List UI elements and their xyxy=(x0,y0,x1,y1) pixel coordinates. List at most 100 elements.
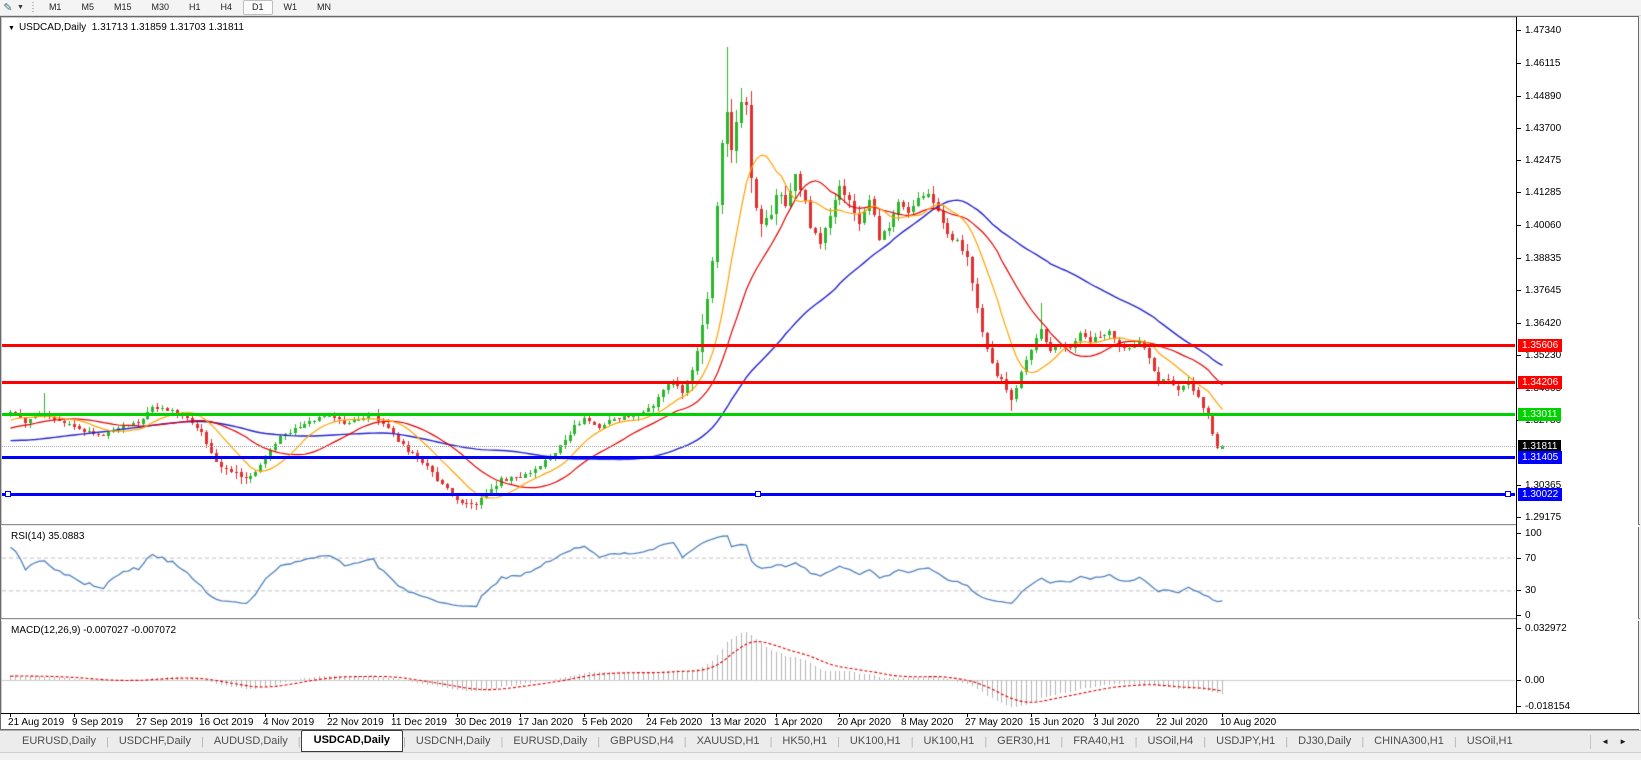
rsi-indicator-label: RSI(14) 35.0883 xyxy=(11,531,85,542)
level-price-tag: 1.34206 xyxy=(1518,376,1563,390)
chart-tab-usdcnh-daily[interactable]: USDCNH,Daily xyxy=(406,732,501,751)
date-label: 5 Feb 2020 xyxy=(582,717,633,728)
chart-tab-gbpusd-h4[interactable]: GBPUSD,H4 xyxy=(600,732,684,751)
date-label: 27 Sep 2019 xyxy=(136,717,193,728)
chart-tab-usdcad-daily[interactable]: USDCAD,Daily xyxy=(300,729,404,752)
chart-tab-eurusd-daily[interactable]: EURUSD,Daily xyxy=(12,732,106,751)
macd-tick-mark xyxy=(1517,628,1521,629)
period-button-group: M1 M5 M15 M30 H1 H4 D1 W1 MN xyxy=(40,0,340,15)
chart-tab-usoil-h1[interactable]: USOil,H1 xyxy=(1457,732,1523,751)
price-tick-mark xyxy=(1517,160,1521,162)
date-label: 10 Aug 2020 xyxy=(1220,717,1277,728)
trading-terminal: ✎ ▼ M1 M5 M15 M30 H1 H4 D1 W1 MN ▼ USDCAD,Daily 1… xyxy=(0,0,1641,760)
horizontal-level-line[interactable] xyxy=(2,456,1515,460)
pointer-tool-icon[interactable]: ✎ xyxy=(0,1,16,14)
line-handle-right[interactable] xyxy=(1505,491,1511,498)
date-label: 9 Sep 2019 xyxy=(72,717,124,728)
chart-tab-uk100-h1[interactable]: UK100,H1 xyxy=(914,732,985,751)
chart-tab-hk50-h1[interactable]: HK50,H1 xyxy=(772,732,837,751)
rsi-tick-label: 70 xyxy=(1525,552,1537,564)
price-tick-label: 1.37645 xyxy=(1525,284,1562,296)
level-price-tag: 1.31405 xyxy=(1518,451,1563,465)
price-tick-label: 1.42475 xyxy=(1525,155,1562,167)
price-tick-label: 1.43700 xyxy=(1525,122,1562,134)
status-strip xyxy=(0,752,1641,760)
rsi-tick-mark xyxy=(1517,590,1521,592)
price-tick-label: 1.36420 xyxy=(1525,317,1562,329)
price-tick-label: 1.38835 xyxy=(1525,253,1562,265)
rsi-tick-label: 30 xyxy=(1525,585,1537,597)
line-handle-center[interactable] xyxy=(755,491,761,498)
toolbar-grip[interactable] xyxy=(30,1,36,14)
price-chart-canvas[interactable] xyxy=(2,19,1515,713)
chart-tab-xauusd-h1[interactable]: XAUUSD,H1 xyxy=(687,732,770,751)
price-tick-mark xyxy=(1517,95,1521,97)
date-label: 27 May 2020 xyxy=(965,717,1023,728)
chart-tab-bar: EURUSD,Daily | USDCHF,Daily | AUDUSD,Daily | U… xyxy=(0,729,1641,752)
period-button-m15[interactable]: M15 xyxy=(105,0,141,15)
period-button-m5[interactable]: M5 xyxy=(72,0,103,15)
macd-tick-label: 0.00 xyxy=(1525,675,1545,686)
macd-tick-mark xyxy=(1517,706,1521,707)
date-label: 30 Dec 2019 xyxy=(455,717,512,728)
date-label: 8 May 2020 xyxy=(901,717,954,728)
level-price-tag: 1.35606 xyxy=(1518,338,1563,352)
price-tick-mark xyxy=(1517,192,1521,194)
date-label: 22 Nov 2019 xyxy=(327,717,384,728)
period-button-m30[interactable]: M30 xyxy=(142,0,178,15)
chart-tab-eurusd-daily[interactable]: EURUSD,Daily xyxy=(503,732,597,751)
date-label: 17 Jan 2020 xyxy=(518,717,574,728)
price-tick-label: 1.40060 xyxy=(1525,220,1562,232)
price-tick-mark xyxy=(1517,30,1521,31)
price-tick-label: 1.46115 xyxy=(1525,57,1561,69)
horizontal-level-line[interactable] xyxy=(2,381,1515,385)
price-tick-mark xyxy=(1517,517,1521,518)
macd-tick-label: 0.032972 xyxy=(1525,623,1567,634)
price-axis[interactable]: 1.47340 1.46115 1.44890 1.43700 1.42475 1.412… xyxy=(1516,17,1638,713)
price-tick-mark xyxy=(1517,485,1521,487)
price-tick-mark xyxy=(1517,354,1521,356)
macd-panel-divider[interactable] xyxy=(1,618,1640,621)
chart-tab-usdjpy-h1[interactable]: USDJPY,H1 xyxy=(1206,732,1285,751)
period-button-h1[interactable]: H1 xyxy=(180,0,210,15)
tool-dropdown-arrow-icon[interactable]: ▼ xyxy=(16,4,29,11)
period-button-d1[interactable]: D1 xyxy=(243,0,273,15)
rsi-panel-divider[interactable] xyxy=(1,524,1640,527)
price-tick-label: 1.47340 xyxy=(1525,25,1562,36)
chart-tab-uk100-h1[interactable]: UK100,H1 xyxy=(840,732,911,751)
chart-tab-usoil-h4[interactable]: USOil,H4 xyxy=(1137,732,1203,751)
rsi-tick-mark xyxy=(1517,533,1521,534)
chart-tab-ger30-h1[interactable]: GER30,H1 xyxy=(987,732,1060,751)
window-menu-icon[interactable]: ▼ xyxy=(8,25,15,32)
current-price-line[interactable] xyxy=(2,446,1515,448)
chart-tab-audusd-daily[interactable]: AUDUSD,Daily xyxy=(204,732,298,751)
chart-tab-china300-h1[interactable]: CHINA300,H1 xyxy=(1364,732,1454,751)
date-label: 20 Apr 2020 xyxy=(837,717,891,728)
period-button-w1[interactable]: W1 xyxy=(275,0,307,15)
chart-tab-dj30-daily[interactable]: DJ30,Daily xyxy=(1288,732,1361,751)
price-tick-label: 1.29175 xyxy=(1525,512,1562,523)
period-button-m1[interactable]: M1 xyxy=(40,0,71,15)
chart-title: ▼ USDCAD,Daily 1.31713 1.31859 1.31703 1.… xyxy=(8,22,244,33)
period-button-h4[interactable]: H4 xyxy=(212,0,242,15)
horizontal-level-line[interactable] xyxy=(2,343,1515,347)
chart-tab-fra40-h1[interactable]: FRA40,H1 xyxy=(1063,732,1134,751)
chart-symbol-label: USDCAD,Daily xyxy=(18,22,87,33)
chart-tab-usdchf-daily[interactable]: USDCHF,Daily xyxy=(109,732,201,751)
date-label: 4 Nov 2019 xyxy=(263,717,315,728)
price-tick-label: 1.44890 xyxy=(1525,90,1562,102)
date-label: 24 Feb 2020 xyxy=(646,717,703,728)
rsi-tick-mark xyxy=(1517,615,1521,616)
time-axis[interactable]: 21 Aug 2019 9 Sep 2019 27 Sep 2019 16 Oct 2… xyxy=(1,713,1640,729)
timeframe-toolbar: ✎ ▼ M1 M5 M15 M30 H1 H4 D1 W1 MN xyxy=(0,0,1641,16)
date-label: 1 Apr 2020 xyxy=(774,717,823,728)
rsi-tick-label: 0 xyxy=(1525,610,1531,621)
tab-scroll-right-icon[interactable]: ► xyxy=(1619,737,1627,746)
period-button-mn[interactable]: MN xyxy=(308,0,340,15)
horizontal-level-line[interactable] xyxy=(2,413,1515,417)
line-handle-left[interactable] xyxy=(5,491,11,498)
price-tick-mark xyxy=(1517,62,1521,64)
tab-scroll-left-icon[interactable]: ◄ xyxy=(1601,737,1609,746)
price-tick-mark xyxy=(1517,258,1521,260)
date-label: 13 Mar 2020 xyxy=(710,717,767,728)
